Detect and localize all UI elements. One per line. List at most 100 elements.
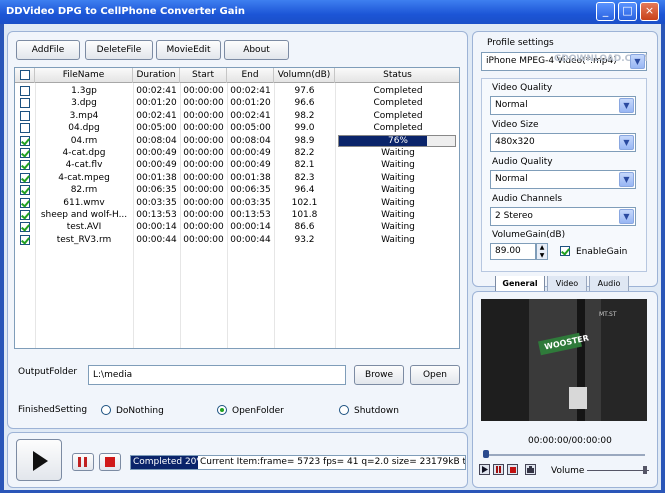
seek-bar[interactable]: [485, 454, 645, 456]
radio-open-folder[interactable]: [217, 405, 227, 415]
table-row[interactable]: 3.mp4 00:02:41 00:00:00 00:02:41 98.2 Complet…: [15, 110, 459, 122]
tab-general[interactable]: General: [495, 276, 545, 292]
preview-pause-button[interactable]: [493, 464, 504, 475]
select-all-checkbox[interactable]: [20, 70, 30, 80]
row-checkbox[interactable]: [20, 210, 30, 220]
video-quality-label: Video Quality: [492, 83, 553, 93]
file-table[interactable]: FileName Duration Start End Volumn(dB) S…: [14, 67, 460, 349]
movie-edit-button[interactable]: MovieEdit: [156, 40, 221, 60]
cell-end: 00:00:14: [230, 222, 271, 233]
row-progress-bar: 76%: [338, 134, 456, 147]
video-quality-select[interactable]: Normal ▼: [490, 96, 636, 115]
table-row[interactable]: 04.dpg 00:05:00 00:00:00 00:05:00 99.0 Comple…: [15, 122, 459, 134]
table-row[interactable]: test_RV3.rm 00:00:44 00:00:00 00:00:44 93.2 W…: [15, 234, 459, 246]
table-row[interactable]: sheep and wolf-H... 00:13:53 00:00:00 00:13…: [15, 209, 459, 221]
do-nothing-label[interactable]: DoNothing: [116, 406, 164, 416]
row-checkbox[interactable]: [20, 172, 30, 183]
volume-slider[interactable]: [587, 470, 649, 471]
table-row[interactable]: 1.3gp 00:02:41 00:00:00 00:02:41 97.6 Complet…: [15, 85, 459, 97]
cell-name: 4-cat.flv: [65, 160, 103, 171]
header-volume[interactable]: Volumn(dB): [274, 68, 335, 83]
radio-do-nothing[interactable]: [101, 405, 111, 415]
table-row[interactable]: 611.wmv 00:03:35 00:00:00 00:03:35 102.1 Wait…: [15, 197, 459, 209]
radio-shutdown[interactable]: [339, 405, 349, 415]
stop-icon: [510, 467, 516, 473]
delete-file-button[interactable]: DeleteFile: [85, 40, 153, 60]
tab-audio[interactable]: Audio: [589, 276, 629, 292]
header-status[interactable]: Status: [335, 68, 459, 83]
header-duration[interactable]: Duration: [133, 68, 180, 83]
snapshot-button[interactable]: [525, 464, 536, 475]
audio-quality-select[interactable]: Normal ▼: [490, 170, 636, 189]
add-file-button[interactable]: AddFile: [16, 40, 80, 60]
chevron-down-icon[interactable]: ▼: [619, 172, 634, 187]
row-checkbox[interactable]: [20, 148, 30, 158]
row-checkbox[interactable]: [20, 123, 30, 134]
row-checkbox[interactable]: [20, 185, 30, 196]
row-checkbox[interactable]: [20, 160, 30, 171]
open-folder-label[interactable]: OpenFolder: [232, 406, 284, 416]
output-folder-input[interactable]: L:\media: [88, 365, 346, 385]
chevron-down-icon[interactable]: ▼: [619, 135, 634, 150]
volume-gain-input[interactable]: 89.00: [490, 243, 536, 260]
table-header: FileName Duration Start End Volumn(dB) S…: [15, 68, 459, 83]
cell-duration: 00:05:00: [136, 123, 177, 134]
audio-channels-select[interactable]: 2 Stereo ▼: [490, 207, 636, 226]
header-end[interactable]: End: [227, 68, 274, 83]
tab-video[interactable]: Video: [547, 276, 587, 292]
main-window: AddFile DeleteFile MovieEdit About FileN…: [4, 24, 661, 490]
volume-handle[interactable]: [643, 466, 647, 474]
row-checkbox[interactable]: [20, 86, 30, 96]
header-filename[interactable]: FileName: [35, 68, 133, 83]
table-row[interactable]: 04.rm 00:08:04 00:00:00 00:08:04 98.9 76%: [15, 134, 459, 147]
table-row[interactable]: 4-cat.flv 00:00:49 00:00:00 00:00:49 82.1 Wai…: [15, 159, 459, 171]
row-checkbox[interactable]: [20, 197, 30, 208]
chevron-down-icon[interactable]: ▼: [619, 209, 634, 224]
cell-name: 04.dpg: [68, 123, 100, 134]
chevron-down-icon[interactable]: ▼: [630, 54, 645, 69]
preview-stop-button[interactable]: [507, 464, 518, 475]
maximize-button[interactable]: □: [618, 2, 637, 21]
stop-button[interactable]: [99, 453, 121, 471]
cell-end: 00:00:49: [230, 160, 271, 171]
row-checkbox[interactable]: [20, 222, 30, 233]
header-select[interactable]: [15, 68, 35, 83]
preview-panel: WOOSTER MT.ST 00:00:00/00:00:00 Volume: [472, 291, 658, 488]
cell-start: 00:00:00: [183, 197, 224, 208]
profile-select[interactable]: iPhone MPEG-4 Video(*.mp4) GDOWNLOAD.COM…: [481, 52, 648, 71]
row-checkbox[interactable]: [20, 234, 30, 245]
window-title: DDVideo DPG to CellPhone Converter Gain: [6, 6, 246, 17]
minimize-button[interactable]: _: [596, 2, 615, 21]
chevron-down-icon[interactable]: ▼: [619, 98, 634, 113]
table-row[interactable]: 4-cat.mpeg 00:01:38 00:00:00 00:01:38 82.3 Wa…: [15, 172, 459, 184]
play-icon: [482, 466, 488, 473]
start-convert-button[interactable]: [16, 439, 62, 481]
table-row[interactable]: 3.dpg 00:01:20 00:00:00 00:01:20 96.6 Complet…: [15, 97, 459, 109]
browse-button[interactable]: Browe: [354, 365, 404, 385]
volume-gain-spinner[interactable]: ▲ ▼: [536, 243, 548, 260]
open-folder-button[interactable]: Open: [410, 365, 460, 385]
preview-play-button[interactable]: [479, 464, 490, 475]
about-button[interactable]: About: [224, 40, 289, 60]
enable-gain-label: EnableGain: [576, 247, 628, 257]
seek-handle[interactable]: [483, 450, 489, 458]
enable-gain-checkbox[interactable]: [560, 246, 570, 256]
pause-button[interactable]: [72, 453, 94, 471]
cell-name: 1.3gp: [71, 86, 97, 96]
table-row[interactable]: test.AVI 00:00:14 00:00:00 00:00:14 86.6 Wait…: [15, 221, 459, 233]
cell-status: Waiting: [381, 172, 415, 183]
row-checkbox[interactable]: [20, 98, 30, 109]
cell-volume: 97.6: [294, 86, 315, 96]
close-button[interactable]: ×: [640, 2, 659, 21]
video-size-select[interactable]: 480x320 ▼: [490, 133, 636, 152]
header-start[interactable]: Start: [180, 68, 227, 83]
table-row[interactable]: 82.rm 00:06:35 00:00:00 00:06:35 96.4 Waiting: [15, 184, 459, 196]
row-checkbox[interactable]: [20, 110, 30, 121]
cell-name: 82.rm: [70, 185, 98, 196]
table-row[interactable]: 4-cat.dpg 00:00:49 00:00:00 00:00:49 82.2 Wai…: [15, 147, 459, 159]
row-checkbox[interactable]: [20, 135, 30, 146]
cell-status: Completed: [373, 98, 423, 109]
cell-start: 00:00:00: [183, 222, 224, 233]
shutdown-label[interactable]: Shutdown: [354, 406, 399, 416]
video-size-value: 480x320: [495, 137, 535, 147]
